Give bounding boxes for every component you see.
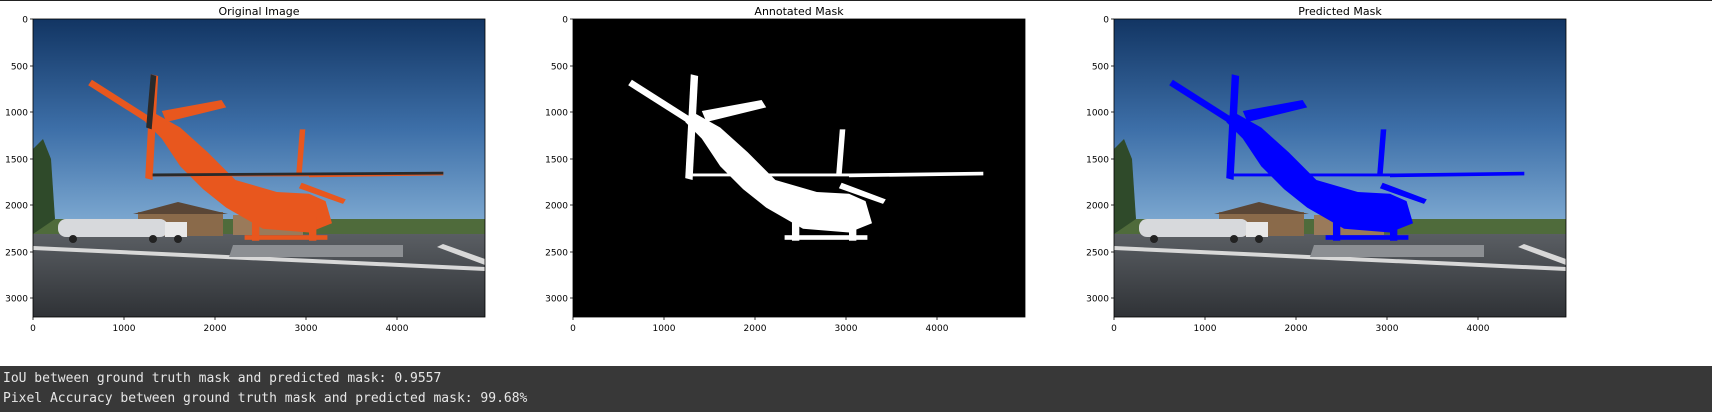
y-tick-label: 1000: [1086, 109, 1109, 119]
y-tick-label: 1500: [545, 156, 568, 166]
subplot-title: Original Image: [219, 5, 300, 18]
x-tick-label: 2000: [744, 324, 767, 334]
x-tick-label: 1000: [113, 324, 136, 334]
figure-canvas: Original Image 0 500 1000 1500 2000 2500 3000 0 1…: [5, 5, 1567, 334]
subplot-annotated: Annotated Mask 0 500 1000 1500 2000 2500 3000 0 1…: [545, 5, 1026, 334]
wheel: [1230, 235, 1238, 243]
x-tick-label: 4000: [926, 324, 949, 334]
y-tick-label: 2500: [545, 249, 568, 259]
notebook-output-area: IoU between ground truth mask and predic…: [0, 366, 1712, 412]
truck-cab: [165, 222, 187, 237]
y-tick-label: 1000: [545, 109, 568, 119]
y-tick-label: 3000: [1086, 295, 1109, 305]
y-tick-label: 1000: [5, 109, 28, 119]
subplot-title: Annotated Mask: [754, 5, 844, 18]
matplotlib-figure: Original Image 0 500 1000 1500 2000 2500 3000 0 1…: [0, 0, 1712, 366]
image-annotated: [573, 19, 1025, 317]
subplot-original: Original Image 0 500 1000 1500 2000 2500 3000 0 1…: [5, 5, 486, 334]
y-tick-label: 0: [22, 16, 28, 26]
y-tick-label: 2000: [1086, 202, 1109, 212]
tanker-truck: [1139, 219, 1249, 237]
x-tick-label: 0: [570, 324, 576, 334]
wheel: [149, 235, 157, 243]
x-tick-label: 3000: [295, 324, 318, 334]
x-tick-label: 2000: [204, 324, 227, 334]
y-tick-label: 0: [1103, 16, 1109, 26]
y-tick-label: 3000: [545, 295, 568, 305]
x-tick-label: 3000: [835, 324, 858, 334]
x-tick-label: 4000: [1467, 324, 1490, 334]
iou-result-text: IoU between ground truth mask and predic…: [3, 371, 442, 386]
image-predicted: [1114, 19, 1566, 317]
x-tick-label: 4000: [386, 324, 409, 334]
subplot-predicted: Predicted Mask 0 500 1000 1500 2000 2500 3000 0 1…: [1086, 5, 1567, 334]
x-tick-label: 1000: [653, 324, 676, 334]
helipad: [229, 245, 403, 257]
x-tick-label: 3000: [1376, 324, 1399, 334]
y-tick-label: 500: [1092, 63, 1109, 73]
y-tick-label: 2000: [5, 202, 28, 212]
y-tick-label: 1500: [5, 156, 28, 166]
x-tick-label: 1000: [1194, 324, 1217, 334]
x-tick-label: 2000: [1285, 324, 1308, 334]
pixel-accuracy-result-text: Pixel Accuracy between ground truth mask…: [3, 391, 528, 406]
y-tick-label: 2000: [545, 202, 568, 212]
wheel: [1150, 235, 1158, 243]
x-tick-label: 0: [1111, 324, 1117, 334]
x-tick-label: 0: [30, 324, 36, 334]
y-tick-label: 500: [551, 63, 568, 73]
truck-cab: [1246, 222, 1268, 237]
subplot-title: Predicted Mask: [1298, 5, 1382, 18]
tanker-truck: [58, 219, 168, 237]
y-tick-label: 2500: [5, 249, 28, 259]
mask-background: [573, 19, 1025, 317]
image-original: [33, 19, 485, 317]
wheel: [174, 235, 182, 243]
wheel: [1255, 235, 1263, 243]
y-tick-label: 500: [11, 63, 28, 73]
y-tick-label: 2500: [1086, 249, 1109, 259]
y-tick-label: 0: [562, 16, 568, 26]
wheel: [69, 235, 77, 243]
y-tick-label: 1500: [1086, 156, 1109, 166]
helipad: [1310, 245, 1484, 257]
y-tick-label: 3000: [5, 295, 28, 305]
